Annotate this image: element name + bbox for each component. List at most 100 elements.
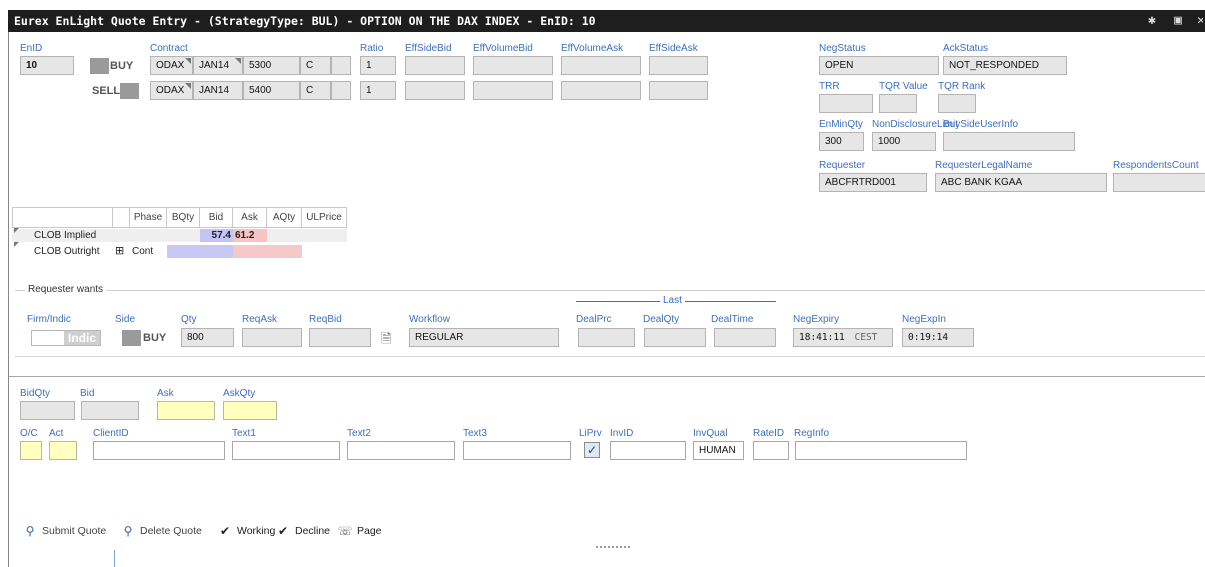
leg1-effvolumeask — [561, 56, 641, 75]
ask-input[interactable] — [157, 401, 215, 420]
askqty-label: AskQty — [223, 388, 256, 399]
text2-input[interactable] — [347, 441, 455, 460]
reqbid-field — [309, 328, 371, 347]
firm-indic-toggle[interactable]: Indic — [31, 330, 101, 346]
reginfo-label: RegInfo — [794, 428, 830, 439]
liprv-checkbox[interactable]: ✓ — [584, 442, 600, 458]
negstatus-label: NegStatus — [819, 43, 866, 54]
clob-header-aqty: AQty — [267, 207, 302, 228]
gear-icon[interactable]: ✱ — [1145, 14, 1159, 28]
window-title: Eurex EnLight Quote Entry - (StrategyTyp… — [14, 14, 596, 28]
side-value: BUY — [143, 332, 167, 344]
save-icon[interactable]: ▣ — [1171, 14, 1185, 28]
rateid-input[interactable] — [753, 441, 789, 460]
oc-input[interactable] — [20, 441, 42, 460]
page-button[interactable]: ☏ Page — [337, 524, 381, 538]
clob-outright-bid — [200, 245, 233, 258]
requesterlegalname-label: RequesterLegalName — [935, 160, 1033, 171]
working-button[interactable]: ✔ Working — [217, 524, 275, 538]
text3-input[interactable] — [463, 441, 571, 460]
leg1-ratio: 1 — [360, 56, 396, 75]
trr-field — [819, 94, 873, 113]
row-marker-icon — [14, 242, 19, 247]
askqty-input[interactable] — [223, 401, 277, 420]
clientid-input[interactable] — [93, 441, 225, 460]
close-icon[interactable]: ✕ — [1197, 14, 1203, 28]
ackstatus-label: AckStatus — [943, 43, 989, 54]
leg2-side: SELL — [92, 85, 121, 97]
clob-outright-ask — [233, 245, 267, 258]
requester-wants-border — [15, 290, 1205, 291]
row-marker-icon — [14, 228, 19, 233]
text1-label: Text1 — [232, 428, 256, 439]
text3-label: Text3 — [463, 428, 487, 439]
tqrrank-field — [938, 94, 976, 113]
requester-field: ABCFRTRD001 — [819, 173, 927, 192]
bidqty-label: BidQty — [20, 388, 51, 399]
invid-label: InvID — [610, 428, 634, 439]
clob-outright-bqty — [167, 245, 200, 258]
dealprc-field — [578, 328, 635, 347]
invqual-input[interactable]: HUMAN — [693, 441, 744, 460]
negexpin-label: NegExpIn — [902, 314, 946, 325]
clob-outright-phase: Cont — [132, 246, 154, 257]
negexpiry-timezone: CEST — [854, 332, 878, 343]
section-end-line — [15, 356, 1205, 357]
buysideuserinfo-field — [943, 132, 1075, 151]
leg1-effsideask — [649, 56, 708, 75]
bid-field — [81, 401, 139, 420]
submit-quote-label: Submit Quote — [42, 525, 107, 537]
qty-field: 800 — [181, 328, 234, 347]
clob-header-ask: Ask — [233, 207, 267, 228]
document-icon[interactable]: 🗎 — [381, 330, 391, 352]
submit-quote-icon: ⚲ — [25, 524, 35, 538]
expand-icon[interactable]: ⊞ — [115, 245, 124, 258]
enminqty-field: 300 — [819, 132, 864, 151]
ackstatus-field: NOT_RESPONDED — [943, 56, 1067, 75]
text1-input[interactable] — [232, 441, 340, 460]
invid-input[interactable] — [610, 441, 686, 460]
enid-field: 10 — [20, 56, 74, 75]
sell-side-marker — [120, 83, 139, 99]
respondentscount-label: RespondentsCount — [1113, 160, 1199, 171]
decline-button[interactable]: ✔ Decline — [275, 524, 330, 538]
clob-header-bid: Bid — [200, 207, 233, 228]
effvolumeask-label: EffVolumeAsk — [561, 43, 624, 54]
requester-label: Requester — [819, 160, 866, 171]
enid-label: EnID — [20, 43, 43, 54]
leg2-strike: 5400 — [243, 81, 300, 100]
leg2-ratio: 1 — [360, 81, 396, 100]
side-marker — [122, 330, 141, 346]
rateid-label: RateID — [753, 428, 785, 439]
leg1-type: C — [300, 56, 331, 75]
leg2-effvolumebid — [473, 81, 553, 100]
act-input[interactable] — [49, 441, 77, 460]
liprv-label: LiPrv — [579, 428, 602, 439]
workflow-field: REGULAR — [409, 328, 559, 347]
nondisclosure-field: 1000 — [872, 132, 936, 151]
text-cursor — [114, 550, 115, 567]
reginfo-input[interactable] — [795, 441, 967, 460]
resize-grip[interactable] — [596, 546, 630, 548]
ask-label: Ask — [157, 388, 174, 399]
delete-quote-button[interactable]: ⚲ Delete Quote — [120, 524, 202, 538]
delete-quote-label: Delete Quote — [140, 525, 202, 537]
clob-implied-ask: 61.2 — [233, 229, 267, 242]
bid-label: Bid — [80, 388, 95, 399]
dealqty-field — [644, 328, 706, 347]
clob-outright-aqty — [267, 245, 302, 258]
negstatus-field: OPEN — [819, 56, 939, 75]
leg2-effsideask — [649, 81, 708, 100]
clob-header-phase: Phase — [130, 207, 167, 228]
leg1-flag — [331, 56, 351, 75]
buy-side-marker — [90, 58, 109, 74]
requester-wants-legend: Requester wants — [25, 284, 107, 296]
clob-header-bqty: BQty — [167, 207, 200, 228]
buysideuserinfo-label: BuySideUserInfo — [943, 119, 1019, 130]
requesterlegalname-field: ABC BANK KGAA — [935, 173, 1107, 192]
tqrvalue-field — [879, 94, 917, 113]
clob-header-blank — [12, 207, 113, 228]
leg1-product: ODAX — [150, 56, 193, 75]
submit-quote-button[interactable]: ⚲ Submit Quote — [22, 524, 107, 538]
leg1-expiry: JAN14 — [193, 56, 243, 75]
